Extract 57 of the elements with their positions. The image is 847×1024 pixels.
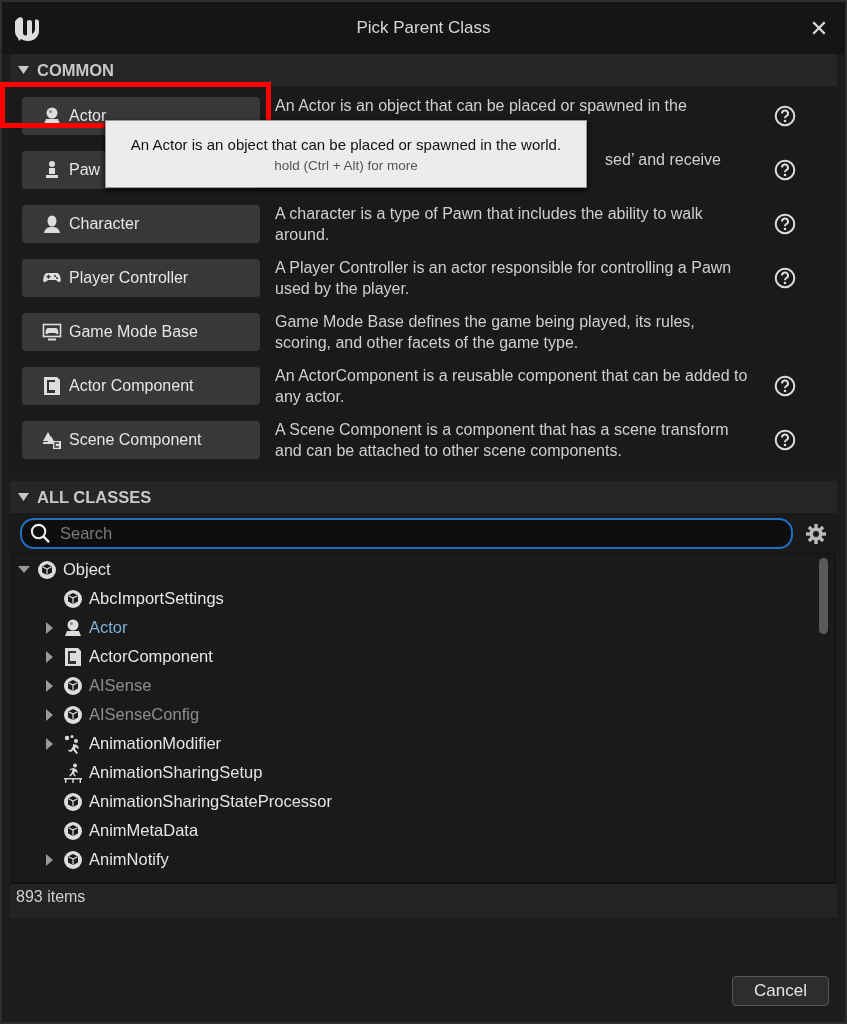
item-count: 893 items [10, 883, 837, 918]
class-description: Game Mode Base defines the game being played, its rules, scoring, and other facets of the game type. [275, 313, 695, 351]
class-icon [37, 559, 57, 580]
caret-icon[interactable] [18, 66, 29, 74]
class-tree-item[interactable]: AnimationModifier [89, 734, 222, 753]
class-tree-item[interactable]: AISenseConfig [89, 705, 200, 724]
help-icon[interactable] [774, 159, 796, 181]
gamemode-icon [42, 322, 62, 342]
class-description: sed’ and receive [605, 151, 721, 168]
class-button[interactable]: Game Mode Base [22, 313, 260, 351]
help-icon[interactable] [774, 267, 796, 289]
class-description: A character is a type of Pawn that includes the ability to walk around. [275, 205, 703, 243]
close-button[interactable]: ✕ [809, 15, 829, 41]
component-icon [42, 376, 62, 396]
class-tree-item[interactable]: AnimNotify [89, 850, 169, 869]
class-tree-item[interactable]: AbcImportSettings [89, 589, 224, 608]
help-icon[interactable] [774, 213, 796, 235]
caret-icon[interactable] [18, 493, 29, 501]
character-icon [42, 214, 62, 234]
scene-icon [42, 430, 62, 450]
search-icon [30, 523, 51, 544]
class-tree-item[interactable]: ActorComponent [89, 647, 213, 666]
class-description: A Player Controller is an actor responsible for controlling a Pawn used by the player. [275, 259, 732, 297]
class-icon [63, 704, 83, 725]
settings-icon[interactable] [805, 522, 827, 545]
class-tree-item[interactable]: AnimMetaData [89, 821, 199, 840]
class-tree-item[interactable]: Actor [89, 618, 128, 637]
class-icon [63, 762, 83, 783]
class-description: An Actor is an object that can be placed or spawned in the [275, 97, 687, 114]
tooltip-text: An Actor is an object that can be placed or spawned in the world. [130, 135, 562, 153]
class-icon [63, 820, 83, 841]
class-button[interactable]: Character [22, 205, 260, 243]
class-tree-item[interactable]: Object [63, 560, 111, 579]
class-icon [63, 791, 83, 812]
help-icon[interactable] [774, 375, 796, 397]
class-icon [63, 646, 83, 667]
class-button[interactable]: Scene Component [22, 421, 260, 459]
class-tree-item[interactable]: AISense [89, 676, 152, 695]
class-tree-item[interactable]: AnimationSharingSetup [89, 763, 263, 782]
class-icon [63, 588, 83, 609]
window-title: Pick Parent Class [356, 18, 491, 38]
class-description: An ActorComponent is a reusable component that can be added to any actor. [275, 367, 748, 405]
cancel-button[interactable]: Cancel [732, 976, 829, 1006]
search-field[interactable]: Search [20, 518, 793, 549]
class-icon [63, 849, 83, 870]
help-icon[interactable] [774, 429, 796, 451]
actor-icon [42, 106, 62, 126]
class-icon [63, 617, 83, 638]
class-button[interactable]: Actor Component [22, 367, 260, 405]
class-button[interactable]: Player Controller [22, 259, 260, 297]
section-header[interactable]: ALL CLASSES [37, 487, 152, 507]
class-icon [63, 675, 83, 696]
section-header[interactable]: COMMON [37, 60, 114, 80]
class-description: A Scene Component is a component that has a scene transform and can be attached to other scene components. [275, 421, 729, 459]
help-icon[interactable] [774, 105, 796, 127]
tooltip-hint: hold (Ctrl + Alt) for more [274, 157, 418, 173]
class-tree-item[interactable]: AnimationSharingStateProcessor [89, 792, 333, 811]
